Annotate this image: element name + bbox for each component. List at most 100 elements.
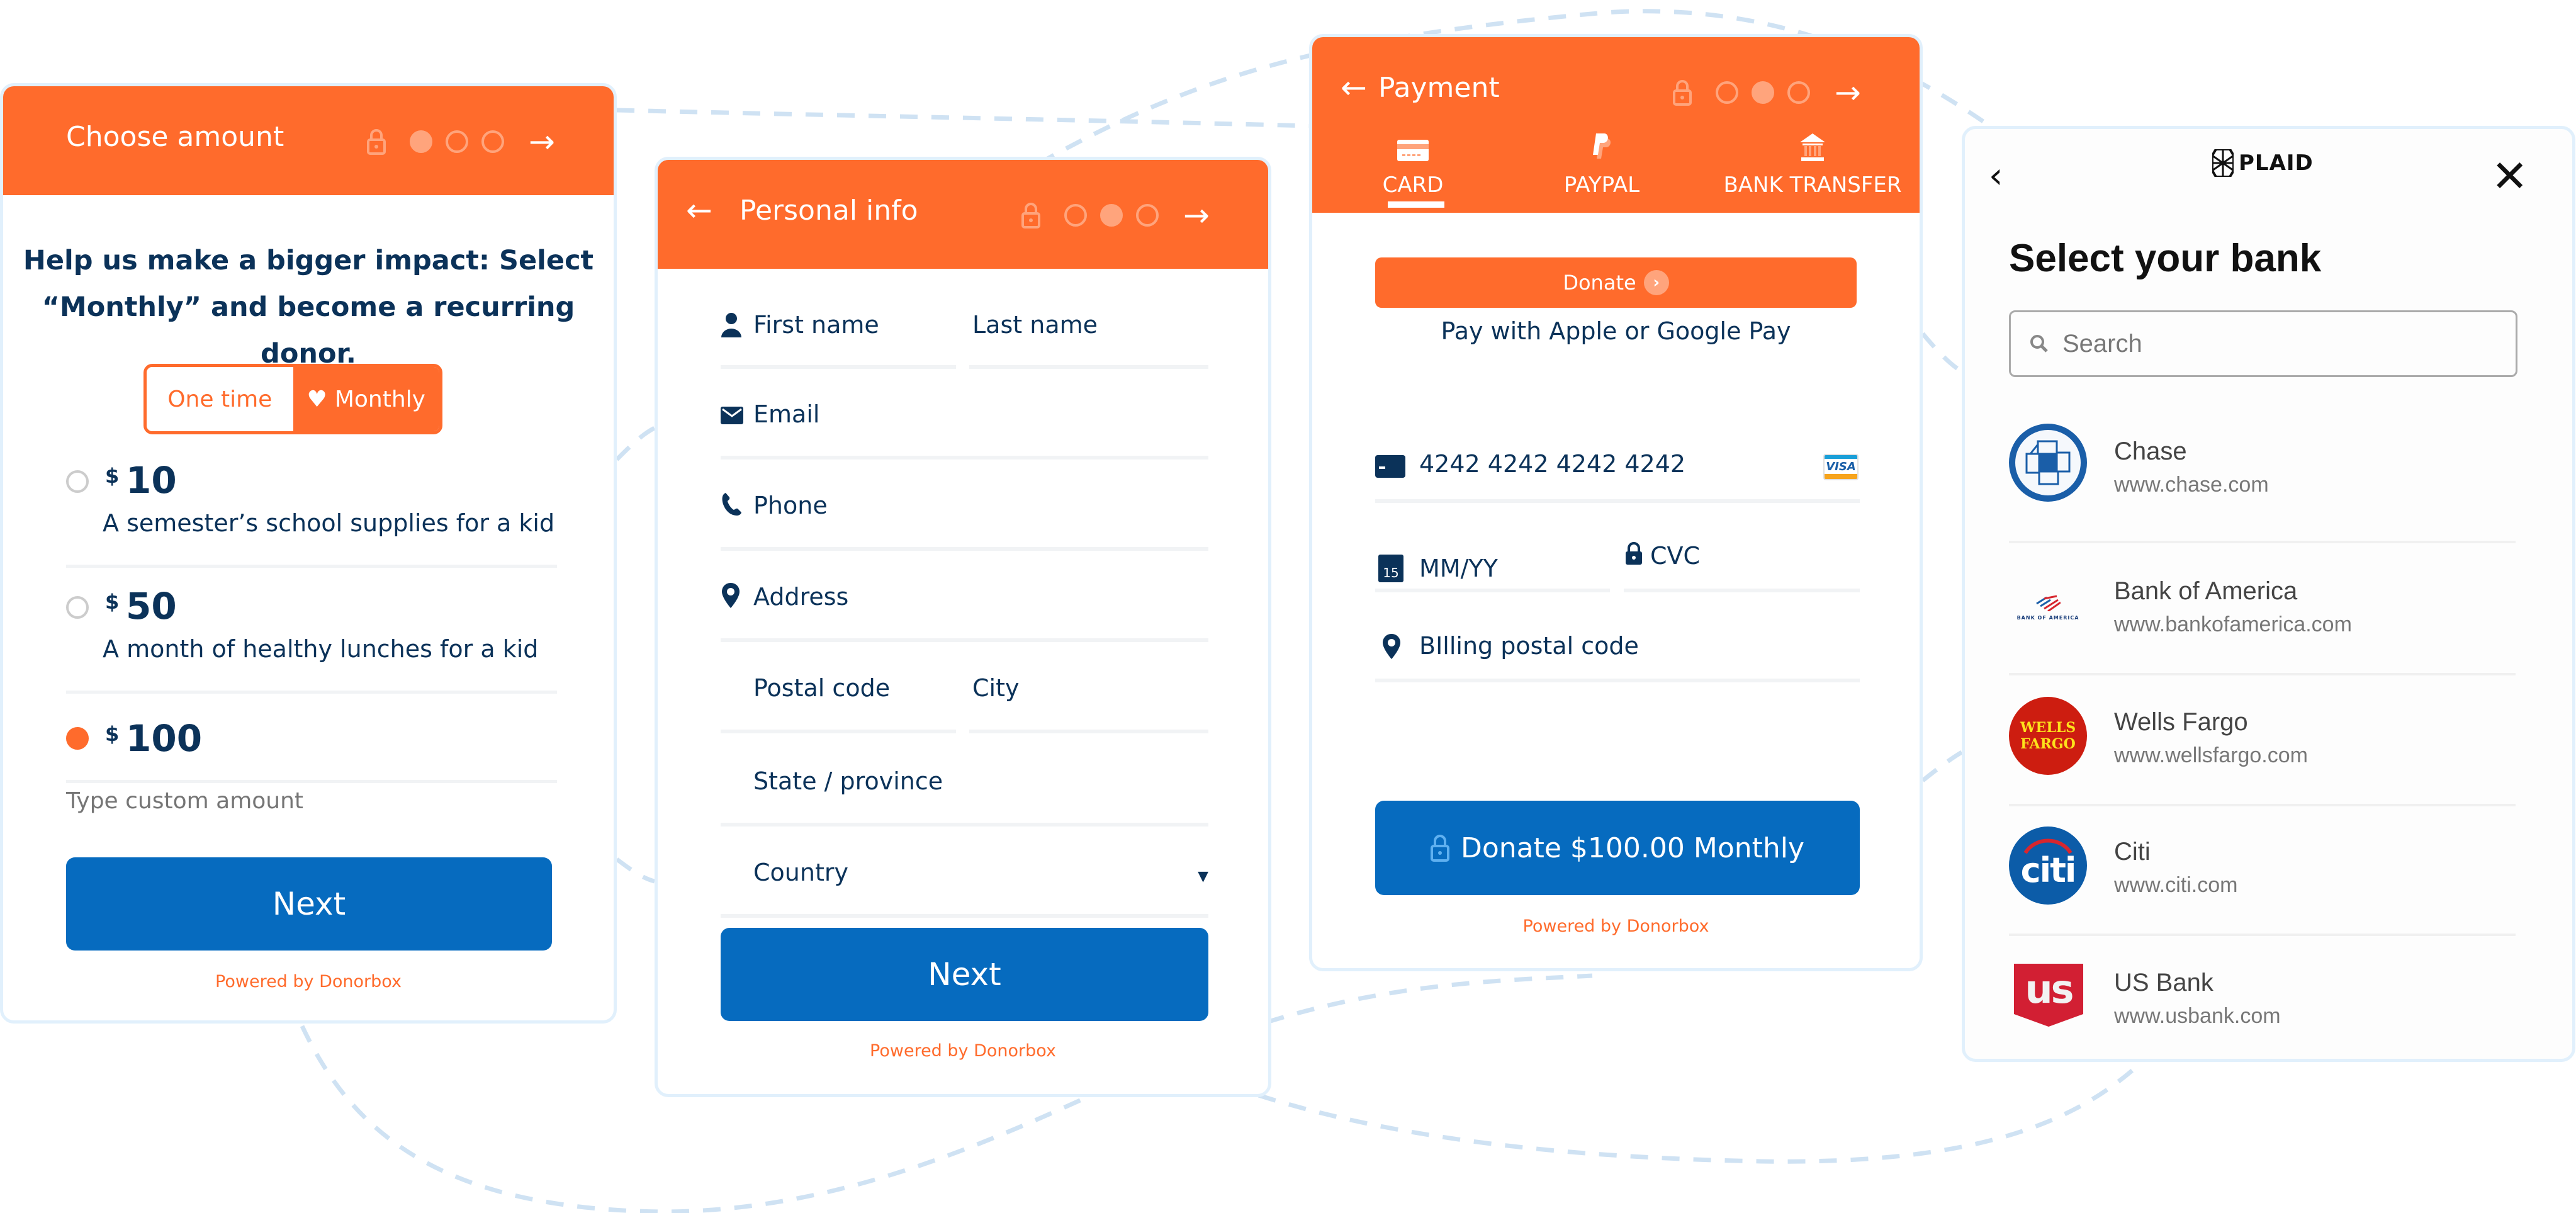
postal-code-field[interactable]: Postal code (721, 662, 956, 733)
tab-paypal-label: PAYPAL (1563, 172, 1640, 198)
curve-left-low (615, 857, 655, 884)
location-pin-icon (722, 583, 740, 608)
bank-list-item-chase[interactable]: Chase www.chase.com (2009, 424, 2516, 550)
divider (66, 691, 557, 694)
search-field[interactable] (2062, 329, 2440, 358)
next-arrow-icon[interactable]: → (1835, 77, 1861, 108)
billing-postal-field[interactable]: BIlling postal code (1375, 616, 1860, 682)
custom-amount-input[interactable] (66, 788, 507, 814)
bank-url: www.usbank.com (2114, 1004, 2281, 1028)
curve-bottom-right (1257, 1062, 2142, 1164)
impact-message: Help us make a bigger impact: Select “Mo… (23, 245, 594, 370)
expiry-field[interactable]: 15 MM/YY (1375, 529, 1610, 592)
email-label: Email (753, 400, 820, 428)
country-select[interactable]: Country ▼ (721, 846, 1208, 918)
step-dot-1 (1064, 204, 1087, 227)
phone-field[interactable]: Phone (721, 479, 1208, 551)
amount-option-50[interactable]: $ 50 A month of healthy lunches for a ki… (66, 585, 557, 700)
amount-option-10[interactable]: $ 10 A semester’s school supplies for a … (66, 459, 557, 568)
address-label: Address (753, 583, 849, 611)
heart-icon: ♥ (307, 386, 327, 412)
last-name-field[interactable]: Last name (969, 298, 1208, 369)
city-field[interactable]: City (969, 662, 1208, 733)
radio-10[interactable] (66, 470, 89, 493)
currency-symbol: $ (105, 590, 120, 614)
plaid-brand-text: PLAID (2239, 150, 2314, 176)
powered-by-link[interactable]: Powered by Donorbox (1312, 917, 1920, 936)
powered-by-link[interactable]: Powered by Donorbox (658, 1041, 1268, 1061)
currency-symbol: $ (105, 464, 120, 488)
card-number-field[interactable]: 4242 4242 4242 4242 VISA (1375, 440, 1860, 503)
bank-list-item-wells-fargo[interactable]: WELLS FARGO Wells Fargo www.wellsfargo.c… (2009, 680, 2516, 806)
donate-submit-label: Donate $100.00 Monthly (1460, 832, 1805, 864)
bank-list-item-us-bank[interactable]: us US Bank www.usbank.com (2009, 941, 2516, 1059)
radio-50[interactable] (66, 596, 89, 619)
plaid-logo-icon (2212, 149, 2234, 177)
wallet-pay-text: Pay with Apple or Google Pay (1441, 317, 1791, 345)
header-title: Choose amount (66, 121, 284, 153)
search-icon (2030, 335, 2048, 353)
state-field[interactable]: State / province (721, 755, 1208, 827)
phone-label: Phone (753, 492, 828, 519)
plaid-logo: PLAID (2212, 149, 2314, 177)
email-field[interactable]: Email (721, 388, 1208, 460)
back-arrow-icon[interactable]: ← (1341, 72, 1367, 103)
bank-list-item-bank-of-america[interactable]: BANK OF AMERICA Bank of America www.bank… (2009, 550, 2516, 675)
country-label: Country (753, 859, 848, 886)
back-chevron-icon[interactable]: ‹ (1989, 155, 2003, 196)
donate-submit-button[interactable]: Donate $100.00 Monthly (1375, 801, 1860, 895)
next-arrow-icon[interactable]: → (1183, 200, 1210, 231)
bank-search-input[interactable] (2009, 310, 2517, 377)
back-arrow-icon[interactable]: ← (686, 195, 712, 226)
next-button-label: Next (928, 956, 1001, 993)
dropdown-caret-icon: ▼ (1198, 869, 1208, 884)
amount-option-100[interactable]: $ 100 (66, 717, 557, 785)
monthly-option[interactable]: ♥ Monthly (293, 367, 439, 431)
one-time-option[interactable]: One time (147, 367, 293, 431)
calendar-icon: 15 (1378, 555, 1403, 582)
page-title: Select your bank (2009, 237, 2322, 280)
tab-card[interactable]: CARD (1366, 123, 1460, 198)
address-field[interactable]: Address (721, 570, 1208, 642)
close-icon[interactable]: ✕ (2491, 154, 2528, 198)
divider (2009, 934, 2516, 936)
first-name-field[interactable]: First name (721, 298, 956, 369)
tab-card-label: CARD (1382, 172, 1444, 198)
card-number-value: 4242 4242 4242 4242 (1419, 450, 1686, 478)
curve-right-low (1921, 750, 1963, 782)
amount-description: A semester’s school supplies for a kid (103, 509, 555, 537)
step-indicator: → (1021, 200, 1210, 231)
bank-list-item-citi[interactable]: citi Citi www.citi.com (2009, 810, 2516, 936)
bank-icon (1712, 123, 1913, 161)
location-pin-icon (1383, 634, 1400, 659)
next-button[interactable]: Next (66, 857, 552, 951)
bank-url: www.chase.com (2114, 473, 2269, 497)
paypal-icon (1555, 123, 1649, 161)
plaid-bank-panel: ‹ PLAID ✕ Select your bank Chase www.cha… (1962, 126, 2575, 1062)
step-dot-3 (1136, 204, 1159, 227)
choose-amount-panel: Choose amount → Help us make a bigger im… (0, 83, 617, 1024)
postal-code-label: Postal code (753, 674, 891, 702)
state-label: State / province (753, 767, 943, 795)
next-arrow-icon[interactable]: → (529, 126, 555, 157)
divider (66, 565, 557, 568)
header-title: Payment (1378, 72, 1500, 104)
step-dot-1 (410, 130, 432, 153)
powered-by-link[interactable]: Powered by Donorbox (3, 972, 614, 991)
curve-left-mid (615, 426, 656, 461)
phone-icon (722, 493, 741, 516)
chevron-right-icon: › (1643, 270, 1669, 295)
personal-info-panel: ← Personal info → First name Last name E… (655, 157, 1271, 1097)
us-bank-logo-icon: us (2014, 964, 2083, 1027)
bank-name: US Bank (2114, 969, 2213, 996)
lock-icon (1430, 835, 1449, 862)
wallet-donate-button[interactable]: Donate › (1375, 257, 1857, 308)
tab-bank-transfer[interactable]: BANK TRANSFER (1712, 123, 1913, 198)
lock-icon (1626, 542, 1642, 565)
next-button[interactable]: Next (721, 928, 1208, 1021)
cvc-field[interactable]: CVC (1624, 529, 1860, 592)
tab-paypal[interactable]: PAYPAL (1555, 123, 1649, 198)
bank-name: Citi (2114, 838, 2151, 866)
active-tab-underline (1388, 201, 1444, 208)
radio-100[interactable] (66, 727, 89, 750)
